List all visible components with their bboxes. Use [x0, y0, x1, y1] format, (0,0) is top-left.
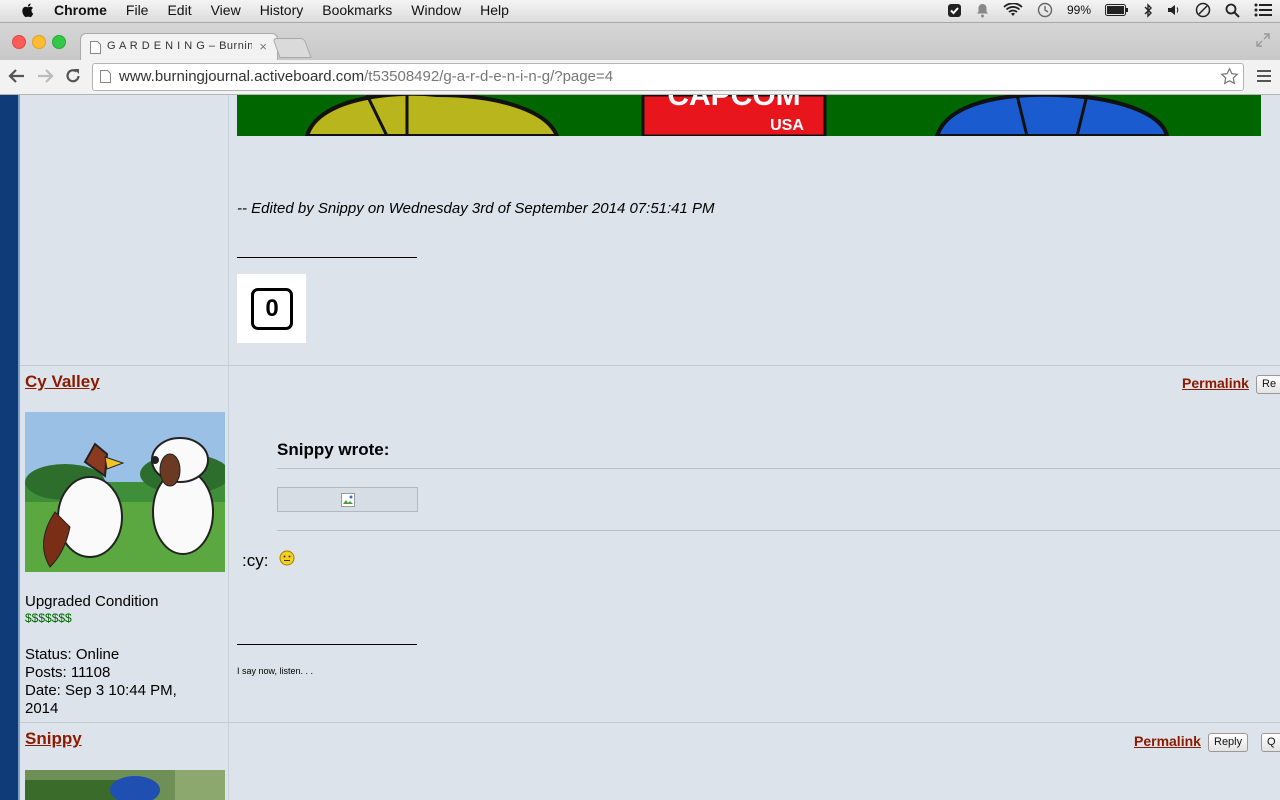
- user-signature: I say now, listen. . .: [237, 666, 314, 676]
- close-tab-icon[interactable]: ×: [259, 39, 267, 54]
- permalink-link[interactable]: Permalink: [1134, 733, 1201, 749]
- shield-check-icon[interactable]: [947, 3, 962, 18]
- url-text: www.burningjournal.activeboard.com/t5350…: [119, 68, 614, 85]
- page-icon: [100, 70, 111, 83]
- menu-window[interactable]: Window: [411, 2, 461, 18]
- post3-user-cell: Snippy: [20, 723, 229, 800]
- page-icon: [90, 41, 101, 54]
- time-machine-icon[interactable]: [1037, 2, 1053, 18]
- quote-divider-top: [277, 468, 1280, 469]
- menu-help[interactable]: Help: [480, 2, 509, 18]
- close-window-button[interactable]: [12, 35, 26, 49]
- fullscreen-icon[interactable]: [1256, 33, 1270, 47]
- badge-number: 0: [251, 288, 293, 330]
- user-avatar: [25, 412, 225, 572]
- menu-edit[interactable]: Edit: [167, 2, 191, 18]
- capcom-banner-image: CAPCOM USA: [237, 95, 1261, 136]
- post-date-year: 2014: [25, 700, 59, 717]
- post2-user-cell: Cy Valley Upgraded Condition $$$$$$$ Sta…: [20, 366, 229, 722]
- menu-history[interactable]: History: [260, 2, 304, 18]
- signature-divider: [237, 644, 417, 645]
- signature-divider: [237, 257, 417, 258]
- quote-divider-bottom: [277, 530, 1280, 531]
- spotlight-search-icon[interactable]: [1225, 3, 1240, 18]
- notification-bell-icon[interactable]: [976, 3, 989, 18]
- banner-text: CAPCOM: [667, 95, 800, 112]
- banner-subtext: USA: [770, 117, 804, 134]
- quote-button[interactable]: Q: [1261, 733, 1280, 752]
- menu-bookmarks[interactable]: Bookmarks: [322, 2, 392, 18]
- do-not-disturb-icon[interactable]: [1195, 2, 1211, 18]
- smiley-icon: [279, 550, 295, 566]
- user-avatar: [25, 770, 225, 800]
- broken-image: [277, 487, 418, 512]
- username-link[interactable]: Cy Valley: [25, 372, 100, 392]
- reload-icon[interactable]: [64, 67, 82, 85]
- left-sidebar-strip: [0, 95, 18, 800]
- bookmark-star-icon[interactable]: [1220, 67, 1239, 86]
- edited-note: -- Edited by Snippy on Wednesday 3rd of …: [237, 200, 715, 217]
- user-rank: Upgraded Condition: [25, 593, 159, 610]
- forward-arrow-icon[interactable]: [36, 68, 54, 84]
- tab-strip: G A R D E N I N G – Burning ×: [0, 23, 1280, 62]
- zoom-window-button[interactable]: [52, 35, 66, 49]
- menubar: Chrome File Edit View History Bookmarks …: [0, 0, 1280, 23]
- tab-gardening[interactable]: G A R D E N I N G – Burning ×: [80, 33, 278, 62]
- battery-percent: 99%: [1066, 3, 1091, 17]
- page-viewport: CAPCOM USA -- Edited by Snippy on Wednes…: [0, 95, 1280, 800]
- new-tab-button[interactable]: [272, 38, 312, 58]
- menu-file[interactable]: File: [126, 2, 149, 18]
- battery-icon[interactable]: [1105, 4, 1129, 16]
- permalink-link[interactable]: Permalink: [1182, 375, 1249, 391]
- minimize-window-button[interactable]: [32, 35, 46, 49]
- user-status: Status: Online: [25, 646, 120, 663]
- post2-content: Permalink Re Snippy wrote: :cy: I say no…: [229, 366, 1280, 722]
- browser-toolbar: www.burningjournal.activeboard.com/t5350…: [0, 60, 1280, 95]
- username-link[interactable]: Snippy: [25, 729, 82, 749]
- post-body-text: :cy:: [242, 551, 269, 570]
- user-rank-stars: $$$$$$$: [25, 611, 72, 625]
- chrome-menu-icon[interactable]: [1257, 69, 1271, 83]
- tab-title: G A R D E N I N G – Burning: [107, 40, 252, 52]
- post1-content: CAPCOM USA -- Edited by Snippy on Wednes…: [229, 95, 1280, 365]
- menu-view[interactable]: View: [211, 2, 241, 18]
- address-bar[interactable]: www.burningjournal.activeboard.com/t5350…: [92, 63, 1244, 91]
- apple-icon[interactable]: [20, 2, 36, 18]
- reply-button[interactable]: Re: [1256, 375, 1280, 394]
- broken-image-icon: [341, 493, 355, 507]
- menu-chrome[interactable]: Chrome: [54, 2, 107, 18]
- post-date: Date: Sep 3 10:44 PM,: [25, 682, 177, 699]
- post1-user-cell: [20, 95, 229, 365]
- bluetooth-icon[interactable]: [1143, 2, 1153, 18]
- wifi-icon[interactable]: [1003, 2, 1023, 18]
- reply-button[interactable]: Reply: [1208, 733, 1249, 752]
- post3-content: Permalink Reply Q: [229, 723, 1280, 800]
- back-arrow-icon[interactable]: [8, 68, 26, 84]
- quote-header: Snippy wrote:: [277, 440, 390, 459]
- signature-badge-image: 0: [237, 274, 306, 343]
- user-posts: Posts: 11108: [25, 664, 111, 681]
- notification-center-icon[interactable]: [1254, 3, 1272, 17]
- volume-icon[interactable]: [1167, 3, 1181, 17]
